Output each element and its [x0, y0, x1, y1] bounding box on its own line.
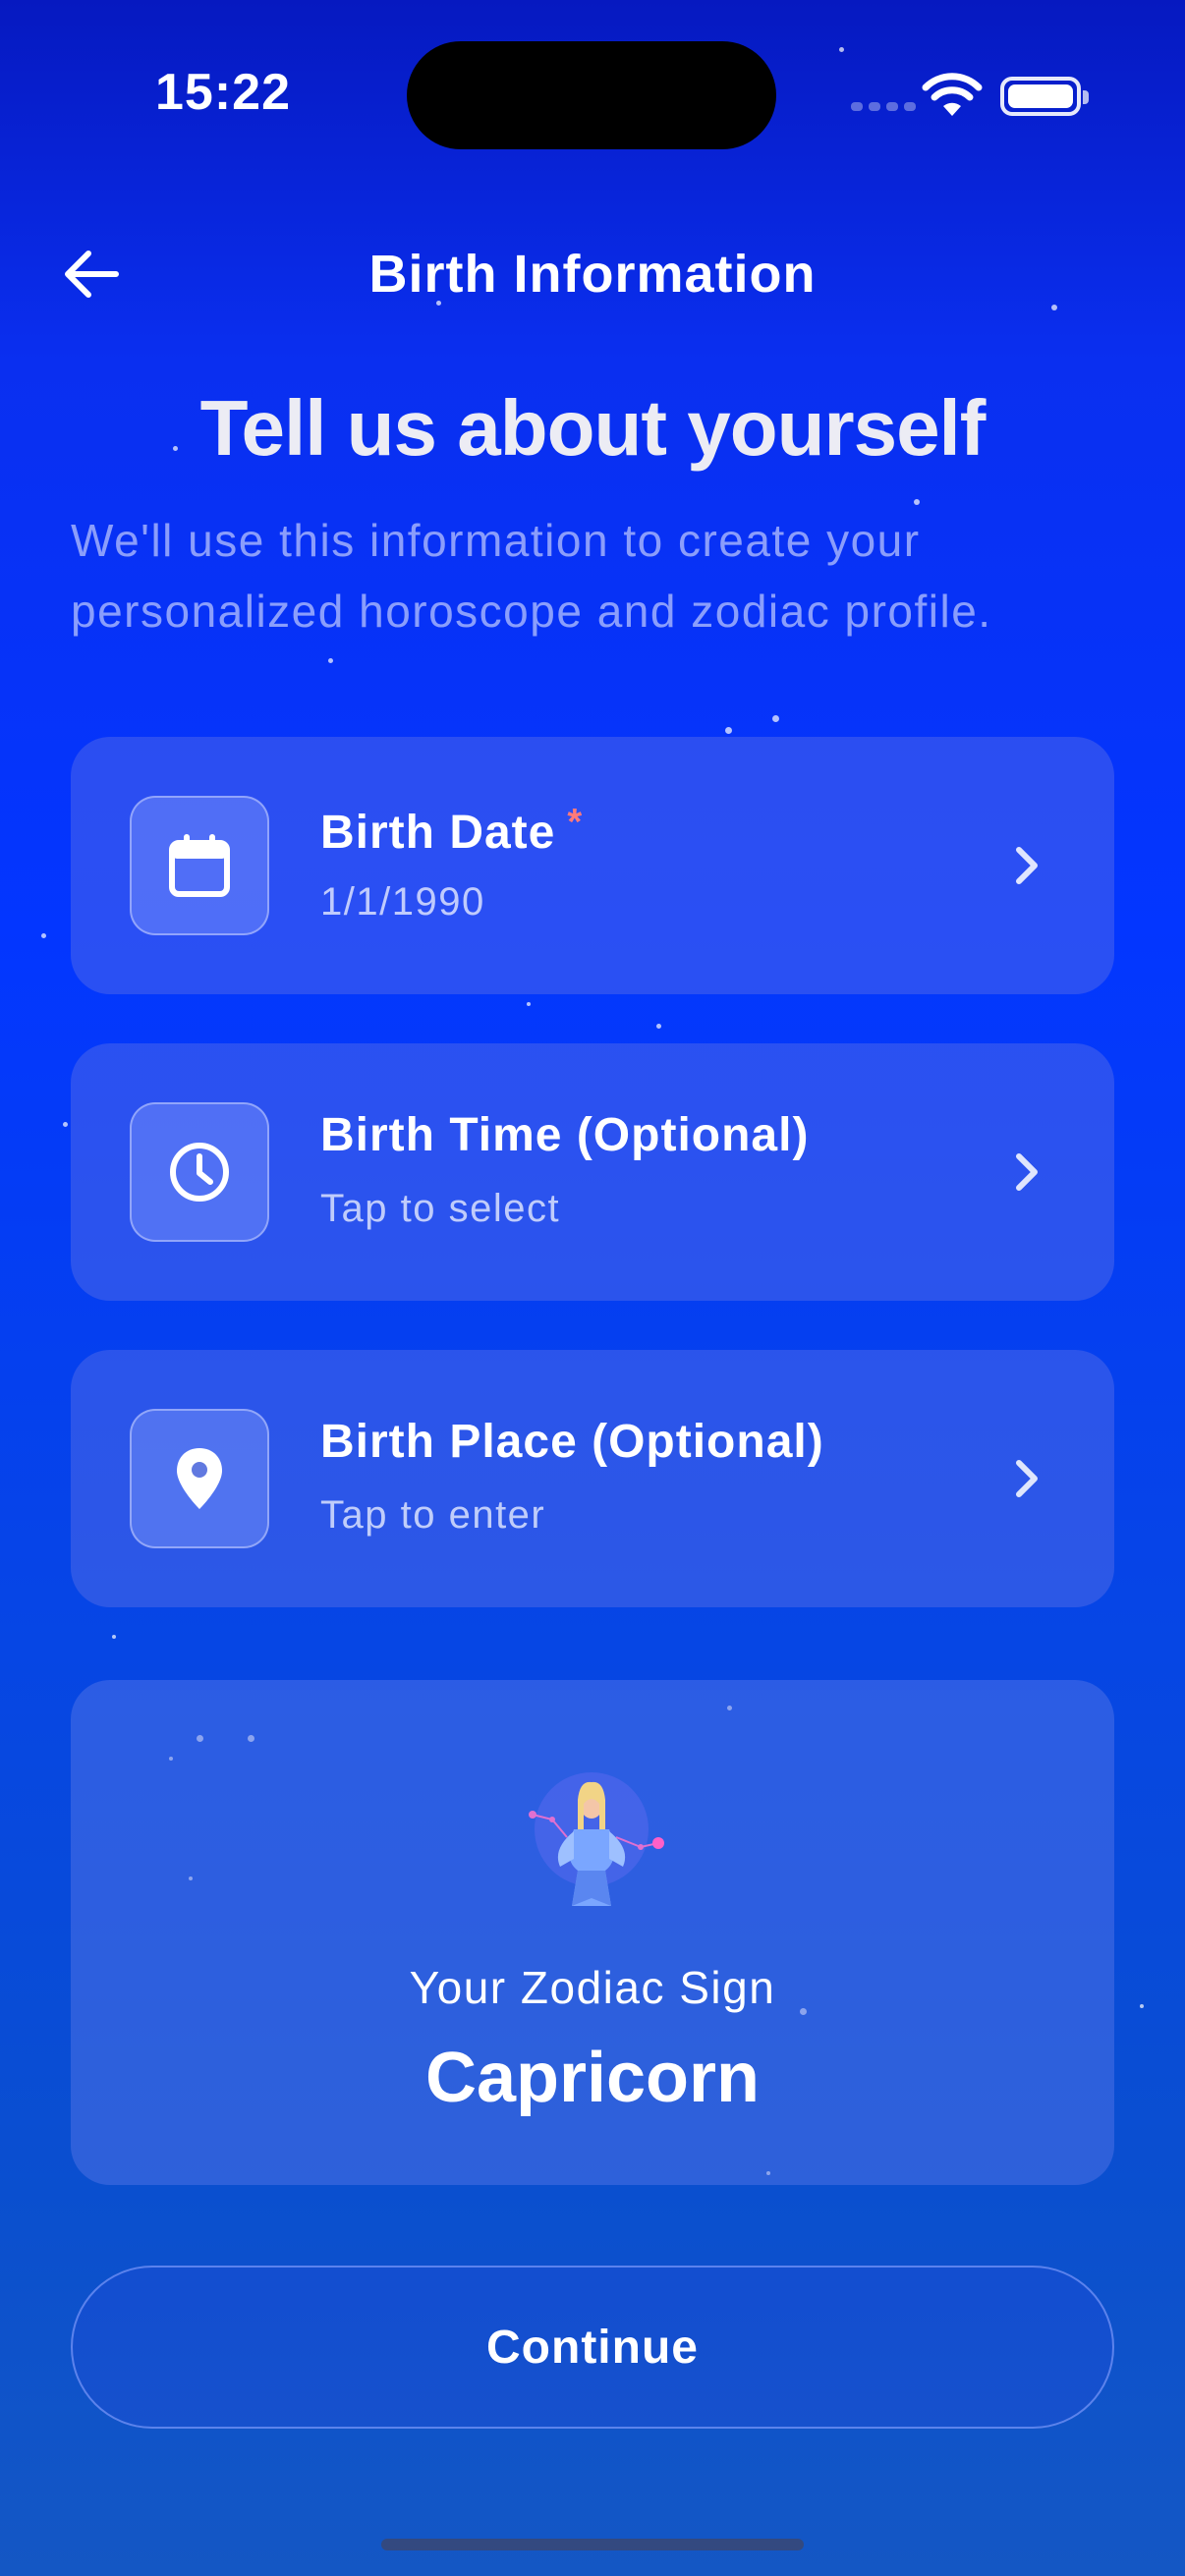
wifi-icon [922, 73, 983, 116]
chevron-right-icon [1016, 847, 1038, 884]
zodiac-sign-card: Your Zodiac Sign Capricorn [71, 1680, 1114, 2185]
chevron-right-icon [1016, 1460, 1038, 1497]
intro-heading: Tell us about yourself [199, 384, 987, 472]
field-value: Tap to enter [320, 1493, 546, 1537]
continue-button[interactable]: Continue [71, 2266, 1114, 2429]
intro-subtext: We'll use this information to create you… [71, 515, 992, 637]
battery-icon [1000, 77, 1089, 116]
page-title: Birth Information [368, 245, 817, 304]
chevron-right-icon [1016, 1153, 1038, 1191]
zodiac-sign-name: Capricorn [424, 2039, 761, 2117]
cellular-signal-icon [851, 102, 916, 111]
clock-icon [130, 1102, 269, 1242]
zodiac-label: Your Zodiac Sign [409, 1962, 776, 2013]
field-label: Birth Place (Optional) [320, 1416, 824, 1468]
zodiac-illustration [529, 1772, 664, 1906]
field-label: Birth Time (Optional) [320, 1109, 810, 1161]
birth-place-field[interactable]: Birth Place (Optional) Tap to enter [71, 1350, 1114, 1607]
field-value: 1/1/1990 [320, 880, 485, 924]
calendar-icon [130, 796, 269, 935]
field-value: Tap to select [320, 1187, 561, 1230]
birth-date-field[interactable]: Birth Date * 1/1/1990 [71, 737, 1114, 994]
home-indicator[interactable] [381, 2539, 804, 2550]
field-label: Birth Date * [320, 802, 584, 859]
status-time: 15:22 [155, 64, 291, 121]
location-pin-icon [130, 1409, 269, 1548]
birth-time-field[interactable]: Birth Time (Optional) Tap to select [71, 1043, 1114, 1301]
required-marker: * [567, 802, 584, 843]
dynamic-island [407, 41, 776, 149]
